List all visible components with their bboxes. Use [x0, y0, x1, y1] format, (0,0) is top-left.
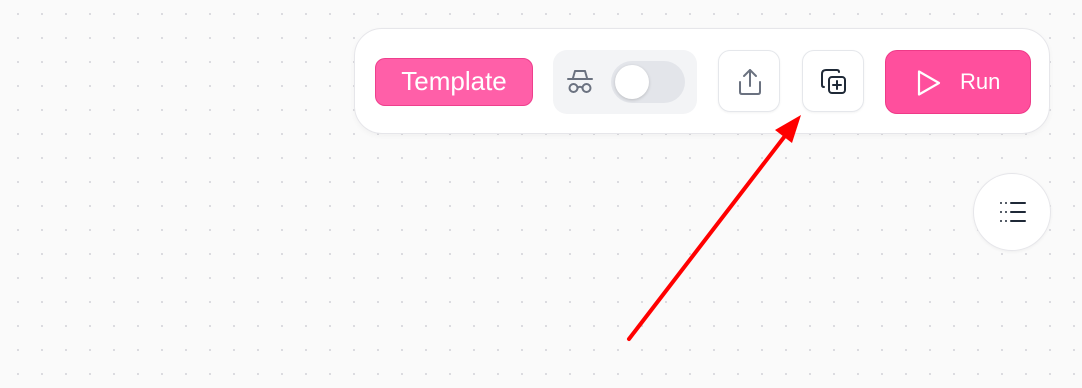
run-button[interactable]: Run	[885, 50, 1031, 114]
play-icon	[917, 70, 941, 96]
workflow-toolbar: Template Run	[354, 28, 1050, 134]
list-view-button[interactable]	[973, 173, 1051, 251]
incognito-toggle[interactable]	[611, 61, 685, 103]
share-button[interactable]	[718, 50, 780, 112]
duplicate-button[interactable]	[802, 50, 864, 112]
arrow-shaft	[627, 130, 790, 341]
template-badge[interactable]: Template	[375, 58, 533, 106]
incognito-icon	[567, 70, 593, 93]
duplicate-icon	[821, 69, 846, 94]
toggle-knob	[615, 65, 649, 99]
incognito-control	[553, 50, 697, 114]
share-icon	[739, 69, 761, 95]
list-icon	[1000, 202, 1026, 222]
run-label: Run	[960, 69, 1001, 94]
